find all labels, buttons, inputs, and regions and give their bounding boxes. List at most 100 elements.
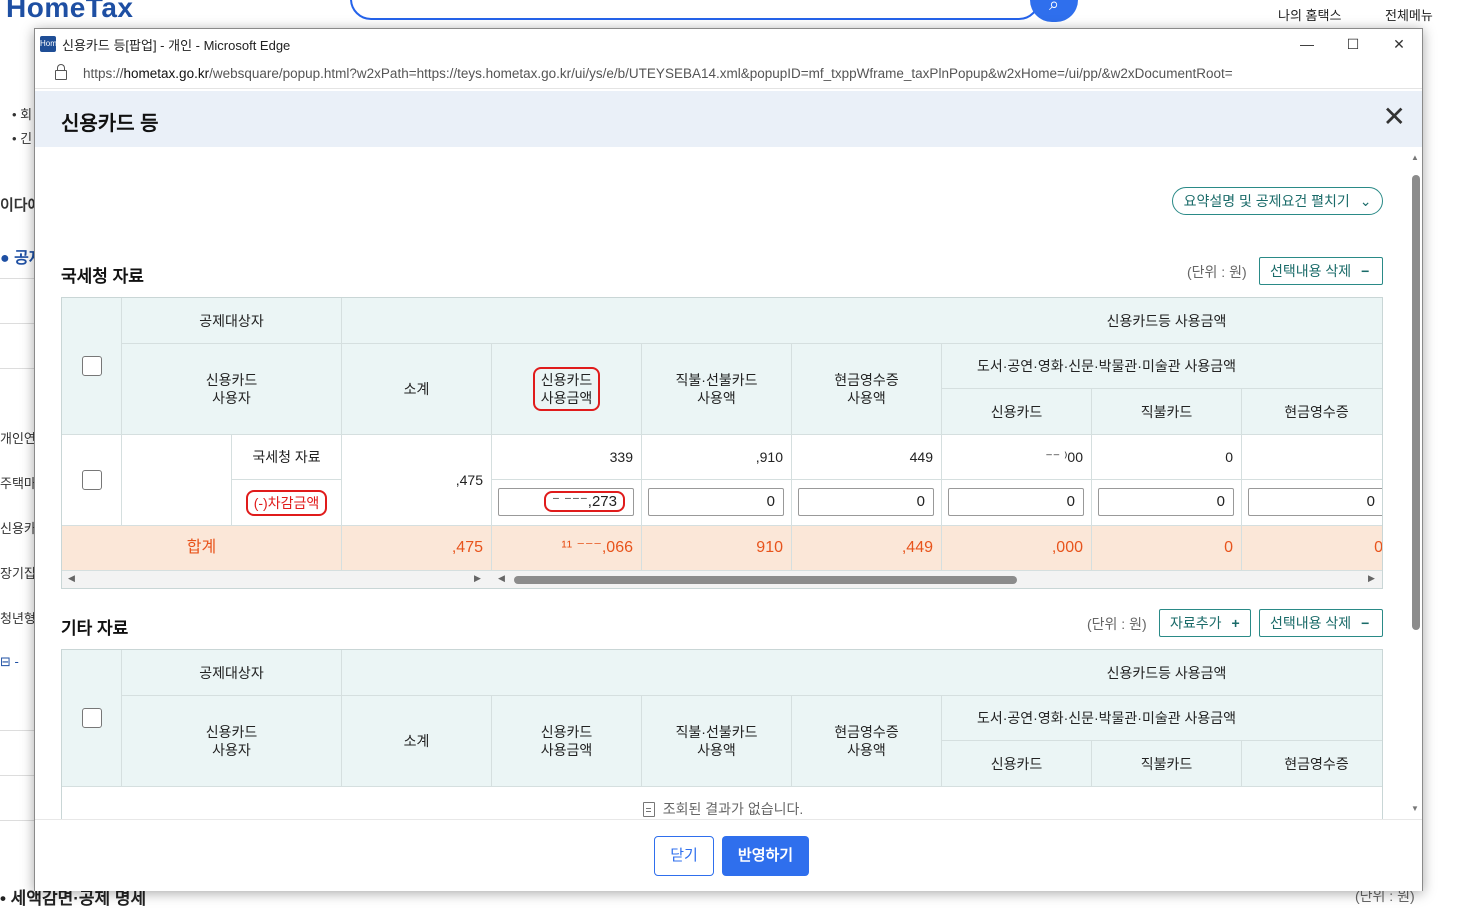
- header-deductee: 공제대상자: [122, 298, 342, 344]
- dialog-content: 요약설명 및 공제요건 펼치기 ⌄ 국세청 자료 (단위 : 원) 선택내용 삭…: [35, 147, 1409, 819]
- nts-cash-receipt: 449: [792, 435, 942, 480]
- header-checkbox-cell: [62, 298, 122, 435]
- subtotal-cell: ,475: [342, 435, 492, 526]
- header-deductee: 공제대상자: [122, 650, 342, 696]
- header-culture-credit: 신용카드: [942, 741, 1092, 787]
- nts-section-title: 국세청 자료: [61, 267, 144, 286]
- scroll-right-icon[interactable]: ▶: [1368, 573, 1375, 584]
- row-checkbox[interactable]: [81, 470, 102, 490]
- nts-delete-selected-button[interactable]: 선택내용 삭제 −: [1259, 257, 1383, 285]
- header-usage-total: 신용카드등 사용금액: [342, 298, 1382, 344]
- total-label: 합계: [62, 526, 342, 571]
- dialog-header: 신용카드 등 ✕: [35, 91, 1422, 147]
- row-label-deduct: (-)차감금액: [232, 480, 342, 526]
- header-subtotal: 소계: [342, 344, 492, 435]
- header-cash-receipt: 현금영수증 사용액: [792, 696, 942, 787]
- minimize-icon[interactable]: —: [1284, 29, 1330, 59]
- select-all-checkbox[interactable]: [81, 708, 102, 728]
- total-culture-debit: 0: [1092, 526, 1242, 571]
- row-checkbox-cell: [62, 435, 122, 526]
- scroll-up-icon[interactable]: ▲: [1411, 153, 1419, 162]
- card-user-cell: [122, 435, 232, 526]
- deduct-culture-credit-input[interactable]: 0: [948, 488, 1084, 516]
- deduct-debit-card-input[interactable]: 0: [648, 488, 784, 516]
- total-culture-cash: 0: [1242, 526, 1382, 571]
- header-subtotal: 소계: [342, 696, 492, 787]
- vertical-scroll-thumb[interactable]: [1412, 175, 1420, 630]
- vertical-scrollbar[interactable]: ▲ ▼: [1409, 153, 1422, 813]
- scroll-left-icon[interactable]: ◀: [498, 573, 505, 584]
- document-icon: [642, 801, 655, 817]
- window-titlebar[interactable]: Home 신용카드 등[팝업] - 개인 - Microsoft Edge — …: [35, 29, 1422, 59]
- main-search-input[interactable]: [350, 0, 1040, 20]
- deduct-cash-receipt-input[interactable]: 0: [798, 488, 934, 516]
- side-item[interactable]: 주택마: [0, 473, 36, 492]
- side-note: • 회: [12, 107, 33, 122]
- header-debit-card: 직불·선불카드 사용액: [642, 696, 792, 787]
- my-hometax-link[interactable]: 나의 홈택스: [1278, 5, 1341, 24]
- add-data-label: 자료추가: [1170, 615, 1222, 631]
- header-usage-total: 신용카드등 사용금액: [342, 650, 1382, 696]
- side-item[interactable]: 청년형: [0, 608, 36, 627]
- nts-culture-credit: ⁻⁻ ⁾00: [942, 435, 1092, 480]
- divider: [0, 278, 36, 279]
- total-culture-credit: ,000: [942, 526, 1092, 571]
- maximize-icon[interactable]: ☐: [1330, 29, 1376, 59]
- hometax-favicon-icon: Home: [40, 36, 61, 52]
- dialog-title: 신용카드 등: [61, 113, 159, 135]
- popup-window: Home 신용카드 등[팝업] - 개인 - Microsoft Edge — …: [34, 28, 1423, 891]
- expand-summary-button[interactable]: 요약설명 및 공제요건 펼치기 ⌄: [1172, 187, 1383, 215]
- deduct-culture-cash-input[interactable]: 0: [1248, 488, 1382, 516]
- side-note: • 긴: [12, 131, 33, 146]
- side-item[interactable]: 장기집: [0, 563, 36, 582]
- divider: [0, 323, 36, 324]
- header-card-user: 신용카드 사용자: [122, 696, 342, 787]
- header-culture: 도서·공연·영화·신문·박물관·미술관 사용금액: [942, 344, 1382, 389]
- header-credit-card: 신용카드 사용금액: [492, 344, 642, 435]
- horizontal-scroll-thumb[interactable]: [514, 576, 1017, 584]
- close-window-icon[interactable]: ✕: [1376, 29, 1422, 59]
- divider: [0, 775, 36, 776]
- header-culture-debit: 직불카드: [1092, 741, 1242, 787]
- row-label-nts: 국세청 자료: [232, 435, 342, 480]
- hometax-logo[interactable]: HomeTax: [6, 0, 133, 24]
- scroll-right-icon[interactable]: ▶: [474, 573, 481, 584]
- delete-selected-label: 선택내용 삭제: [1270, 263, 1352, 279]
- left-horizontal-scrollbar[interactable]: ◀ ▶: [62, 571, 492, 588]
- right-horizontal-scrollbar[interactable]: ◀ ▶: [492, 571, 1382, 588]
- search-icon[interactable]: ⌕: [1030, 0, 1078, 22]
- scroll-down-icon[interactable]: ▼: [1411, 804, 1419, 813]
- header-cash-receipt: 현금영수증 사용액: [792, 344, 942, 435]
- nts-credit-card: 339: [492, 435, 642, 480]
- delete-selected-label: 선택내용 삭제: [1270, 615, 1352, 631]
- scroll-left-icon[interactable]: ◀: [68, 573, 75, 584]
- side-item[interactable]: 개인연: [0, 428, 36, 447]
- lock-icon[interactable]: [55, 63, 67, 80]
- expand-summary-label: 요약설명 및 공제요건 펼치기: [1183, 193, 1350, 209]
- dialog-footer: 닫기 반영하기: [35, 819, 1422, 891]
- apply-button[interactable]: 반영하기: [722, 836, 809, 876]
- header-culture: 도서·공연·영화·신문·박물관·미술관 사용금액: [942, 696, 1382, 741]
- add-data-button[interactable]: 자료추가 +: [1159, 609, 1251, 637]
- deduct-culture-debit-input[interactable]: 0: [1098, 488, 1234, 516]
- header-usage-total-label: 신용카드등 사용금액: [1106, 664, 1227, 681]
- side-item[interactable]: ⊟ -: [0, 654, 19, 670]
- address-bar[interactable]: https://hometax.go.kr/websquare/popup.ht…: [35, 59, 1422, 89]
- minus-icon: −: [1361, 263, 1370, 279]
- divider: [0, 820, 36, 821]
- nts-debit-card: ,910: [642, 435, 792, 480]
- plus-icon: +: [1231, 615, 1240, 631]
- deduct-credit-card-input[interactable]: ⁻ ⁻⁻⁻,273: [498, 488, 634, 516]
- side-item[interactable]: 신용카: [0, 518, 36, 537]
- url-host: hometax.go.kr: [123, 66, 210, 81]
- header-usage-total-label: 신용카드등 사용금액: [1106, 312, 1227, 329]
- all-menu-link[interactable]: 전체메뉴: [1385, 5, 1433, 24]
- minus-icon: −: [1361, 615, 1370, 631]
- url-path: /websquare/popup.html?w2xPath=https://te…: [209, 66, 1233, 81]
- close-icon[interactable]: ✕: [1383, 103, 1406, 131]
- header-card-user: 신용카드 사용자: [122, 344, 342, 435]
- select-all-checkbox[interactable]: [81, 356, 102, 376]
- header-credit-card-label: 신용카드 사용금액: [532, 367, 601, 411]
- other-delete-selected-button[interactable]: 선택내용 삭제 −: [1259, 609, 1383, 637]
- close-button[interactable]: 닫기: [654, 836, 714, 876]
